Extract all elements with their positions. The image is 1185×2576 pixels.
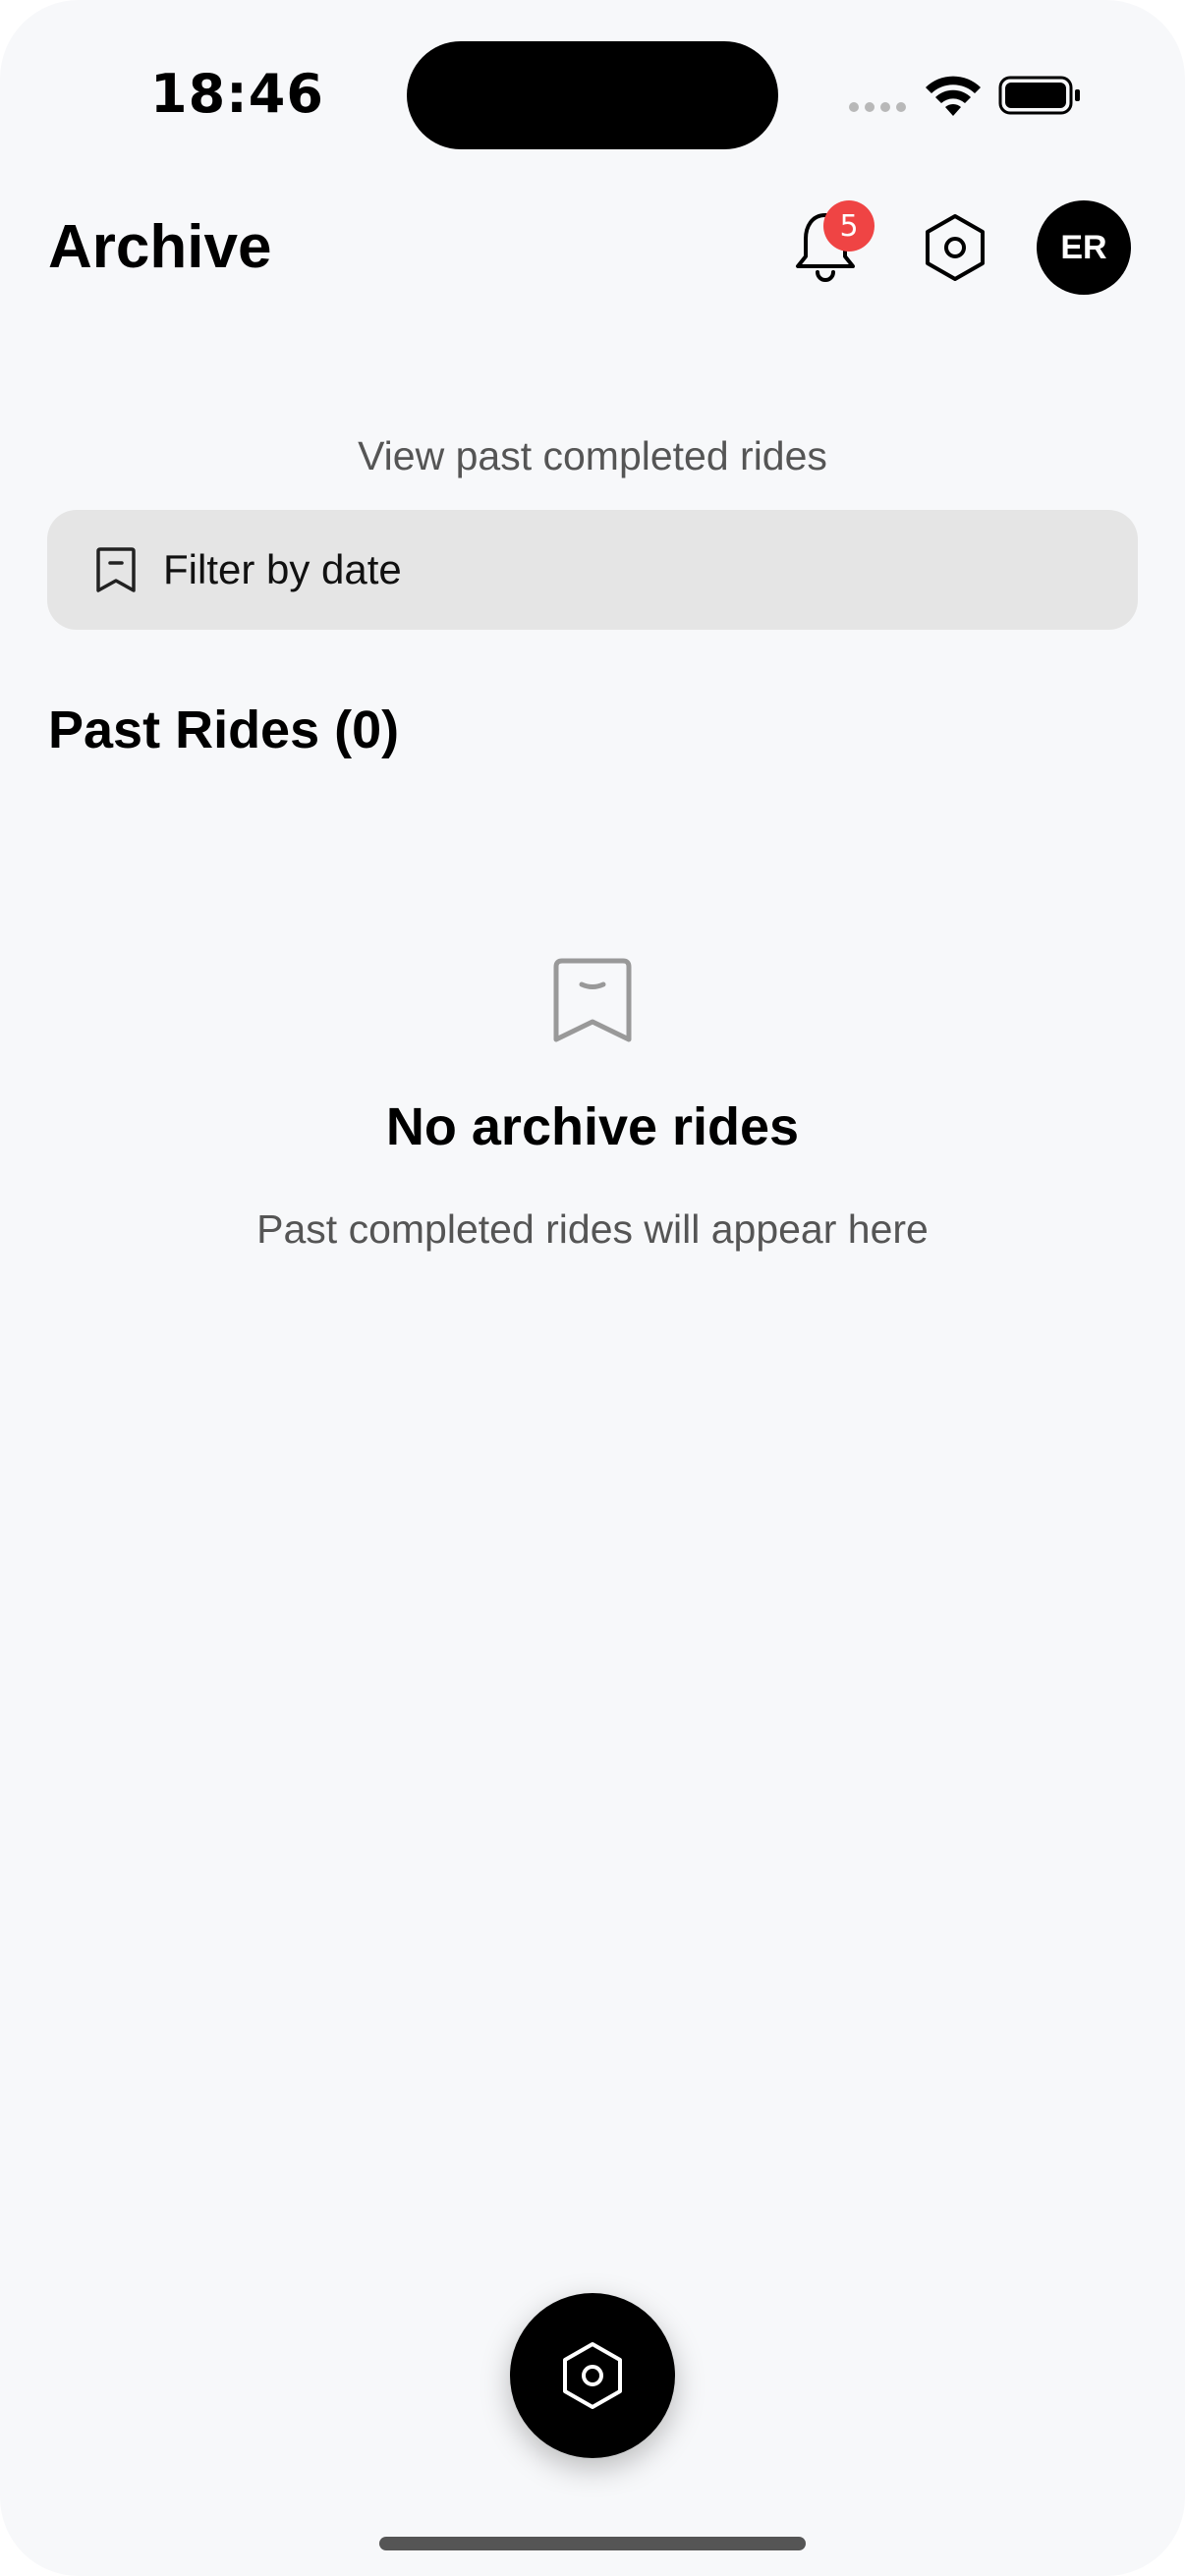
page-title: Archive [48,213,272,281]
home-indicator[interactable] [379,2537,806,2550]
hexagon-settings-icon [563,2342,622,2409]
empty-bookmark-icon [553,958,632,1042]
empty-state-title: No archive rides [385,1097,800,1156]
settings-button[interactable] [918,208,992,287]
notification-badge: 5 [823,200,875,252]
page-subtitle: View past completed rides [358,433,827,478]
battery-icon [998,76,1080,115]
dynamic-island [407,41,778,149]
floating-action-button[interactable] [510,2293,675,2458]
section-title: Past Rides (0) [48,700,400,759]
empty-state-subtitle: Past completed rides will appear here [256,1206,929,1252]
avatar[interactable]: ER [1037,200,1131,295]
bookmark-icon [96,547,136,592]
hexagon-settings-icon [926,214,985,281]
status-time: 18:46 [150,63,324,125]
cellular-signal-icon [849,102,906,112]
app-screen: 18:46 Archive 5 ER View past completed r… [0,0,1185,2576]
wifi-icon [926,76,981,116]
filter-by-date-button[interactable]: Filter by date [47,510,1138,630]
filter-label: Filter by date [163,546,402,592]
